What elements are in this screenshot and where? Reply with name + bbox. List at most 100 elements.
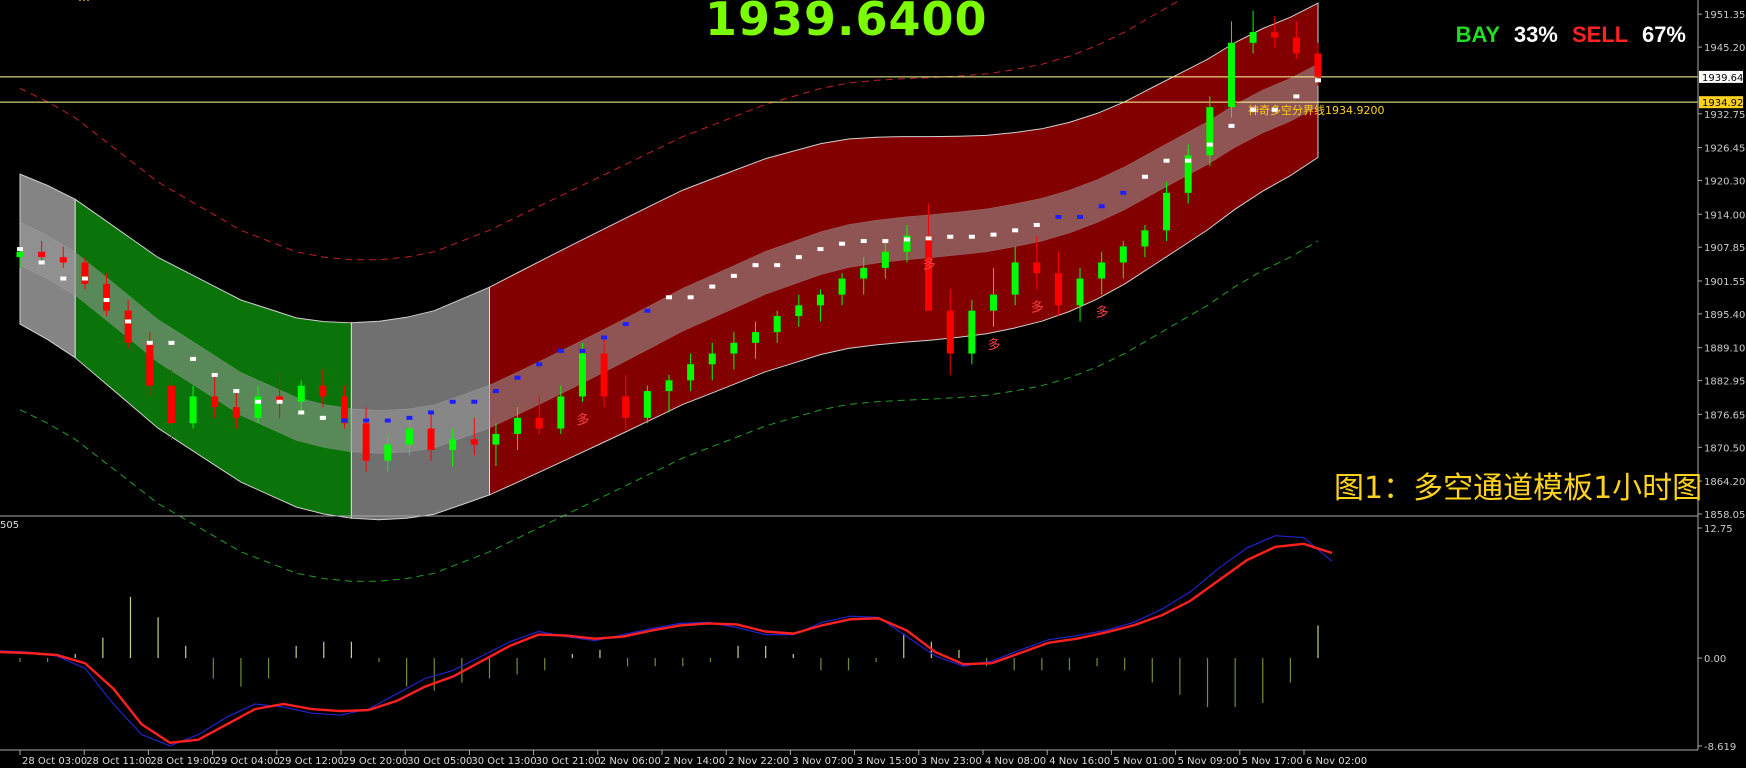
candle-body [59, 257, 67, 263]
stop-marker [579, 348, 586, 353]
stop-marker [536, 362, 543, 367]
y-tick-label: 1907.85 [1704, 243, 1745, 254]
candle-body [1271, 32, 1279, 38]
stop-marker [839, 241, 846, 246]
y-tick-label: 1945.20 [1704, 43, 1745, 54]
stop-marker [168, 340, 175, 345]
candle-body [1292, 37, 1300, 54]
candle-body [211, 396, 219, 408]
candle-body [535, 417, 543, 429]
y-tick-label: 1932.75 [1704, 110, 1745, 121]
stop-marker [903, 237, 910, 242]
candle-body [881, 251, 889, 268]
stop-marker [1098, 204, 1105, 209]
price-tag-label: 1934.92 [1702, 98, 1743, 109]
x-tick-label: 3 Nov 23:00 [921, 756, 982, 767]
candle-body [816, 294, 824, 306]
candle-body [643, 391, 651, 418]
candle-body [167, 385, 175, 424]
current-price-display: 1939.6400 [705, 0, 988, 46]
candle-body [1033, 262, 1041, 274]
candle-body [319, 385, 327, 397]
chart-window: 神奇多空分界线1934.9200 多多多多多 1951.35 1945.20 1932.… [0, 0, 1746, 768]
x-tick-label: 3 Nov 15:00 [857, 756, 918, 767]
stop-marker [1033, 222, 1040, 227]
y-tick-label: 1895.40 [1704, 310, 1745, 321]
candle-body [1163, 192, 1171, 231]
stop-marker [709, 284, 716, 289]
candle-body [254, 396, 262, 418]
candle-body [189, 396, 197, 424]
x-tick-label: 2 Nov 14:00 [664, 756, 725, 767]
stop-marker [1315, 78, 1321, 83]
signal-label: 多 [988, 337, 1001, 353]
candle [1227, 21, 1235, 118]
candle-body [297, 385, 305, 402]
candle-body [427, 428, 435, 450]
bay-label: BAY [1455, 22, 1500, 47]
stop-marker [449, 399, 456, 404]
stop-marker [190, 356, 197, 361]
stop-marker [17, 247, 23, 252]
candle-body [81, 262, 89, 284]
stop-marker [1185, 158, 1192, 163]
candle-body [990, 294, 997, 311]
stop-marker [384, 418, 391, 423]
x-tick-label: 3 Nov 07:00 [792, 756, 853, 767]
stop-marker [774, 263, 781, 268]
y-tick-label: 1889.10 [1704, 344, 1745, 355]
stop-marker [817, 247, 824, 252]
stop-marker [644, 308, 651, 313]
candle-body [730, 342, 738, 354]
candle-body [946, 310, 954, 354]
x-tick-label: 5 Nov 17:00 [1242, 756, 1303, 767]
x-tick-label: 2 Nov 06:00 [600, 756, 661, 767]
price-chart[interactable]: 神奇多空分界线1934.9200多多多多 多1951.351945.201932.… [0, 0, 1746, 768]
indicator-tick-label: 12.75 [1704, 524, 1733, 535]
candle-body [925, 235, 933, 311]
candle [643, 385, 651, 424]
stop-marker [1141, 174, 1148, 179]
candle-body [708, 353, 716, 365]
x-tick-label: 5 Nov 01:00 [1113, 756, 1174, 767]
stop-marker [730, 273, 737, 278]
stop-marker [233, 389, 240, 394]
stop-marker [557, 348, 564, 353]
candle-body [470, 439, 478, 445]
stop-marker [406, 415, 413, 420]
stop-marker [1163, 158, 1170, 163]
candle-body [232, 407, 240, 418]
top-status-text: … [78, 0, 90, 4]
candle-body [1054, 273, 1062, 306]
x-tick-label: 30 Oct 05:00 [407, 756, 472, 767]
candle-body [405, 428, 413, 445]
stop-marker [968, 234, 975, 239]
candle-body [124, 310, 132, 343]
candle-body [1119, 246, 1127, 263]
candle-body [600, 353, 608, 397]
candle-body [103, 283, 111, 311]
stop-marker [254, 399, 261, 404]
stop-marker [687, 295, 694, 300]
stop-marker [471, 399, 478, 404]
stop-marker [947, 234, 954, 239]
candle-body [1249, 32, 1257, 43]
y-tick-label: 1914.00 [1704, 210, 1745, 221]
candle-body [16, 251, 24, 258]
y-tick-label: 1926.45 [1704, 144, 1745, 155]
stop-marker [990, 232, 997, 237]
stop-marker [1120, 190, 1127, 195]
candle-body [1227, 42, 1235, 108]
y-tick-label: 1858.05 [1704, 510, 1745, 521]
stop-marker [276, 399, 283, 404]
stop-marker [38, 260, 45, 265]
candle-body [1141, 230, 1149, 247]
stop-marker [103, 297, 110, 302]
stop-marker [1293, 94, 1300, 99]
candle-body [1206, 107, 1214, 156]
stop-marker [60, 276, 67, 281]
x-tick-label: 29 Oct 04:00 [215, 756, 280, 767]
candle-body [752, 332, 760, 343]
candle-body [1011, 262, 1019, 295]
stop-marker [1077, 214, 1084, 219]
